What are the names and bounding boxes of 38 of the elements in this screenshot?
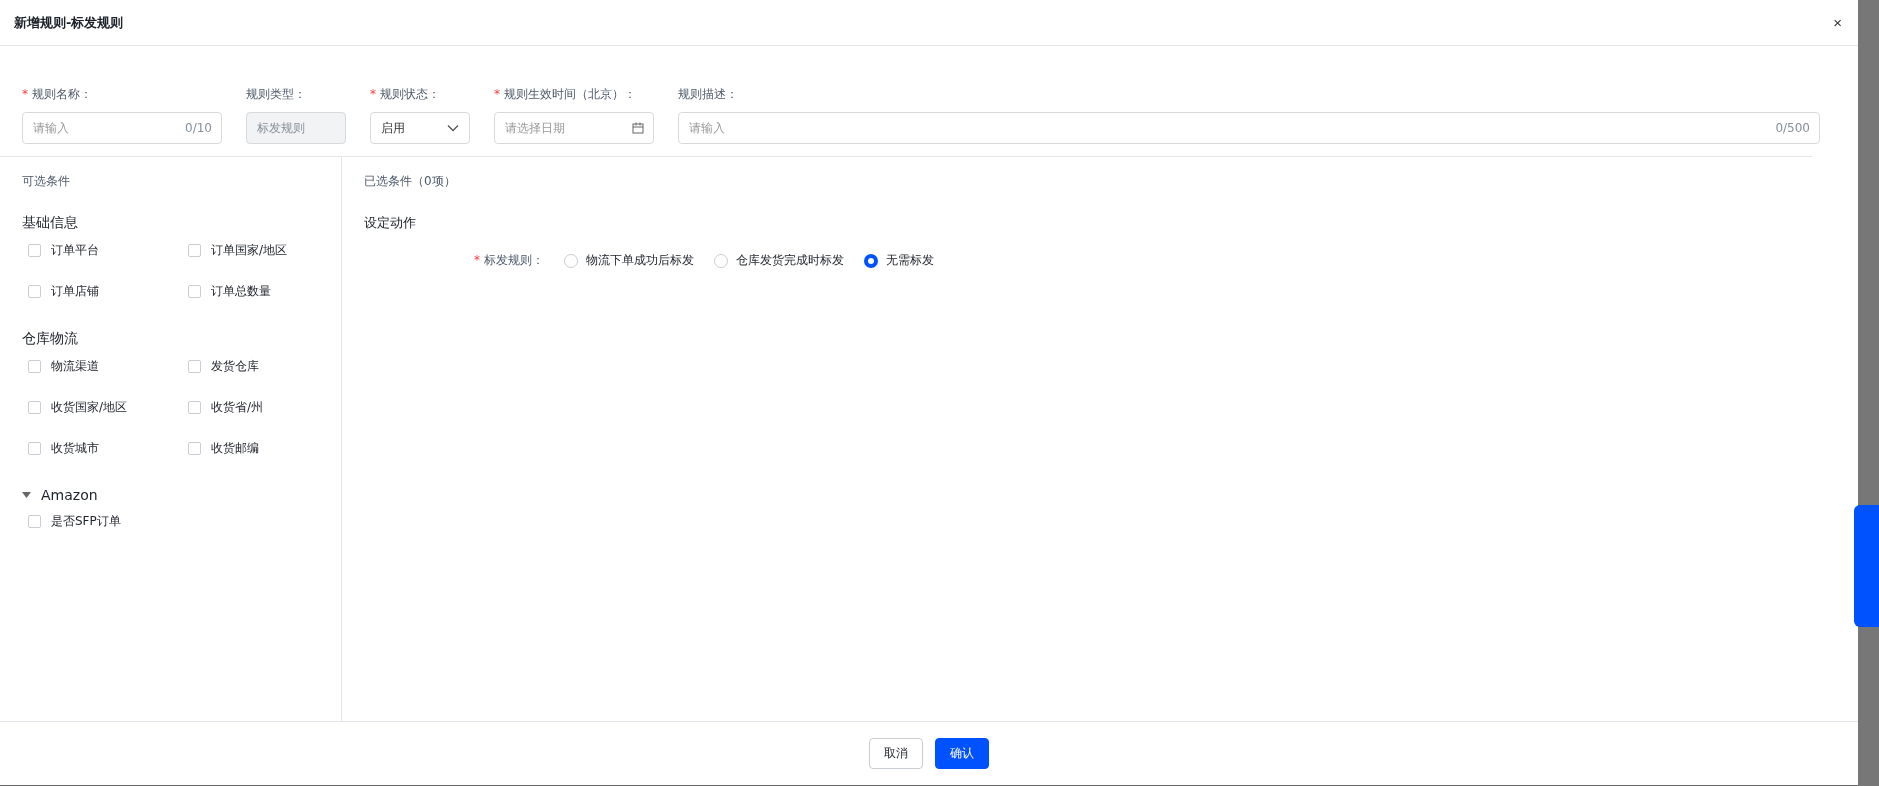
condition-checkbox[interactable]: 是否SFP订单	[28, 513, 188, 530]
field-label: 规则类型：	[246, 86, 307, 103]
radio-option[interactable]: 仓库发货完成时标发	[713, 252, 844, 269]
radio-option[interactable]: 无需标发	[863, 252, 934, 269]
date-field[interactable]: 请选择日期	[494, 112, 654, 144]
condition-checkbox[interactable]: 发货仓库	[188, 358, 348, 375]
field-label: * 规则状态：	[370, 86, 441, 103]
condition-checkbox[interactable]: 收货城市	[28, 440, 188, 457]
panel-title: 已选条件（0项）	[364, 173, 457, 190]
char-counter: 0/10	[185, 121, 212, 135]
group-title: Amazon	[41, 487, 98, 503]
radio-option[interactable]: 物流下单成功后标发	[563, 252, 694, 269]
confirm-button[interactable]: 确认	[935, 738, 989, 769]
condition-checkbox[interactable]: 订单平台	[28, 242, 188, 259]
dialog-title: 新增规则-标发规则	[14, 13, 124, 32]
field-label: * 规则生效时间（北京）：	[494, 86, 637, 103]
condition-checkbox[interactable]: 订单总数量	[188, 283, 348, 300]
input-field: 标发规则	[246, 112, 346, 144]
condition-checkbox[interactable]: 收货邮编	[188, 440, 348, 457]
condition-checkbox[interactable]: 收货省/州	[188, 399, 348, 416]
field-label: 规则描述：	[678, 86, 739, 103]
field-label: * 标发规则：	[474, 252, 544, 269]
condition-checkbox[interactable]: 收货国家/地区	[28, 399, 188, 416]
condition-checkbox[interactable]: 订单国家/地区	[188, 242, 348, 259]
caret-icon[interactable]	[22, 491, 31, 499]
status-select[interactable]: 启用	[370, 112, 470, 144]
close-button[interactable]: ×	[1833, 14, 1842, 31]
condition-checkbox[interactable]: 订单店铺	[28, 283, 188, 300]
chevron-icon	[447, 124, 459, 132]
group-title: 基础信息	[22, 214, 78, 232]
char-counter: 0/500	[1775, 121, 1810, 135]
field-label: * 规则名称：	[22, 86, 93, 103]
condition-checkbox[interactable]: 物流渠道	[28, 358, 188, 375]
panel-title: 可选条件	[22, 173, 71, 190]
section-title: 设定动作	[364, 214, 417, 232]
calendar-icon	[632, 122, 644, 134]
group-title: 仓库物流	[22, 330, 78, 348]
cancel-button[interactable]: 取消	[869, 738, 923, 769]
